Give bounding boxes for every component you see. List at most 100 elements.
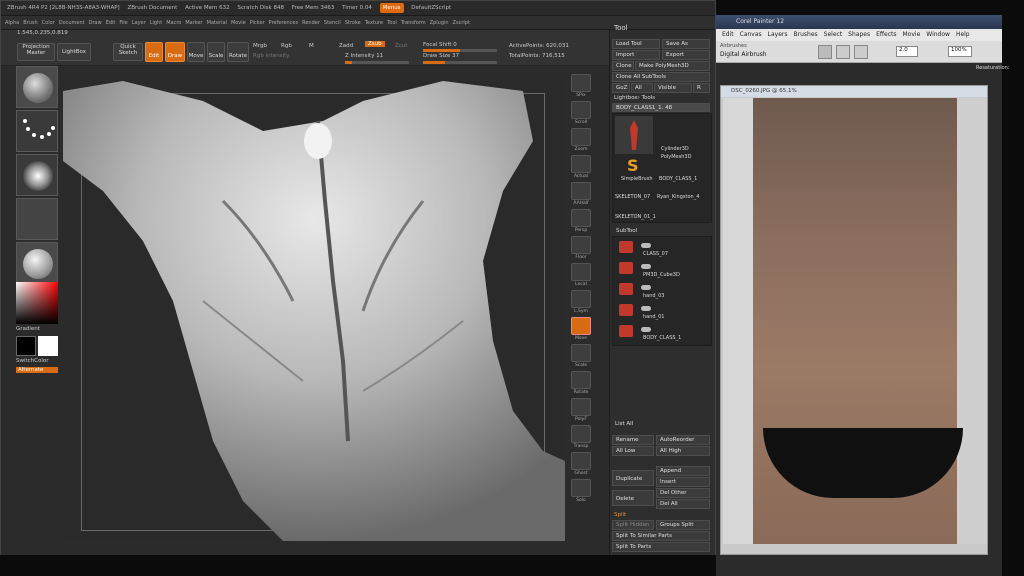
menu-brush[interactable]: Brush: [23, 20, 37, 26]
r-button[interactable]: R: [693, 83, 710, 93]
menu-transform[interactable]: Transform: [401, 20, 426, 26]
zsub-button[interactable]: Zsub: [365, 41, 385, 47]
projection-master-button[interactable]: Projection Master: [17, 43, 55, 61]
menu-alpha[interactable]: Alpha: [5, 20, 19, 26]
menu-zplugin[interactable]: Zplugin: [430, 20, 449, 26]
zcut-button[interactable]: Zcut: [395, 43, 407, 49]
z-intensity-slider[interactable]: Z Intensity 11: [345, 53, 383, 59]
del-all-button[interactable]: Del All: [656, 499, 710, 509]
subtool-label[interactable]: hand_01: [643, 314, 664, 320]
zadd-button[interactable]: Zadd: [339, 43, 353, 49]
spix-button[interactable]: [571, 74, 591, 92]
reference-photo[interactable]: [723, 98, 987, 544]
subtool-label[interactable]: CLASS_07: [643, 251, 668, 257]
focal-shift-track[interactable]: [423, 49, 497, 52]
clone-all-subtools-button[interactable]: Clone All SubTools: [612, 72, 710, 82]
visible-button[interactable]: Visible: [654, 83, 692, 93]
painter-menu-canvas[interactable]: Canvas: [740, 31, 762, 38]
menu-preferences[interactable]: Preferences: [269, 20, 298, 26]
painter-menu-layers[interactable]: Layers: [768, 31, 788, 38]
painter-menu-window[interactable]: Window: [926, 31, 950, 38]
subtool-icon[interactable]: [619, 262, 633, 274]
draw-size-slider[interactable]: Draw Size 37: [423, 53, 459, 59]
menu-stroke[interactable]: Stroke: [345, 20, 361, 26]
menu-texture[interactable]: Texture: [365, 20, 383, 26]
rgb-intensity-slider[interactable]: Rgb Intensity: [253, 53, 290, 59]
actual-button[interactable]: [571, 155, 591, 173]
scroll-button[interactable]: [571, 101, 591, 119]
zbrush-canvas[interactable]: [63, 81, 565, 541]
zoom-button[interactable]: [571, 128, 591, 146]
menu-picker[interactable]: Picker: [250, 20, 265, 26]
menu-color[interactable]: Color: [42, 20, 55, 26]
dab-icon[interactable]: [854, 45, 868, 59]
move-button[interactable]: Move: [187, 42, 205, 62]
painter-menu-help[interactable]: Help: [956, 31, 970, 38]
menu-render[interactable]: Render: [302, 20, 320, 26]
current-tool-slider[interactable]: BODY_CLASS1_1. 48: [612, 103, 710, 112]
stroke-thumbnail[interactable]: [16, 110, 58, 152]
sculpt-model-back[interactable]: [63, 81, 565, 541]
alternate-button[interactable]: Alternate: [16, 367, 58, 373]
m-button[interactable]: M: [309, 43, 314, 49]
brush-variant[interactable]: Digital Airbrush: [720, 51, 767, 58]
all-low-button[interactable]: All Low: [612, 446, 654, 456]
delete-button[interactable]: Delete: [612, 490, 654, 506]
save-as-button[interactable]: Save As: [662, 39, 710, 49]
scale-button[interactable]: Scale: [207, 42, 225, 62]
menu-material[interactable]: Material: [207, 20, 227, 26]
list-all-button[interactable]: List All: [612, 420, 660, 430]
draw-button[interactable]: Draw: [165, 42, 185, 62]
mrgb-button[interactable]: Mrgb: [253, 43, 267, 49]
secondary-color-swatch[interactable]: [38, 336, 58, 356]
rotate-button[interactable]: Rotate: [227, 42, 249, 62]
local-button[interactable]: [571, 263, 591, 281]
duplicate-button[interactable]: Duplicate: [612, 470, 654, 486]
menu-light[interactable]: Light: [150, 20, 162, 26]
subtool-header[interactable]: SubTool: [616, 228, 637, 234]
menu-marker[interactable]: Marker: [185, 20, 202, 26]
main-color-swatch[interactable]: [16, 336, 36, 356]
menu-tool[interactable]: Tool: [387, 20, 397, 26]
split-hidden-button[interactable]: Split Hidden: [612, 520, 654, 530]
z-intensity-track[interactable]: [345, 61, 409, 64]
menu-macro[interactable]: Macro: [166, 20, 181, 26]
solo-button[interactable]: [571, 479, 591, 497]
quick-sketch-button[interactable]: Quick Sketch: [113, 43, 143, 61]
tool-name-skeleton07[interactable]: SKELETON_07: [615, 194, 650, 200]
subtool-label[interactable]: BODY_CLASS_1: [643, 335, 681, 341]
subtool-label[interactable]: PM3D_Cube3D: [643, 272, 680, 278]
all-high-button[interactable]: All High: [656, 446, 710, 456]
subtool-toggle[interactable]: [641, 264, 651, 269]
groups-split-button[interactable]: Groups Split: [656, 520, 710, 530]
menu-movie[interactable]: Movie: [231, 20, 246, 26]
color-picker[interactable]: [16, 282, 58, 324]
tool-thumbnail-body[interactable]: [615, 116, 653, 154]
lsym-button[interactable]: [571, 290, 591, 308]
split-header[interactable]: Split: [614, 512, 626, 518]
subtool-icon[interactable]: [619, 241, 633, 253]
rename-button[interactable]: Rename: [612, 435, 654, 445]
material-thumbnail[interactable]: [16, 242, 58, 284]
gradient-label[interactable]: Gradient: [16, 326, 40, 332]
brush-category[interactable]: Airbrushes: [720, 43, 747, 49]
switch-color-button[interactable]: SwitchColor: [16, 358, 49, 364]
alpha-thumbnail[interactable]: [16, 154, 58, 196]
subtool-icon[interactable]: [619, 304, 633, 316]
make-polymesh-button[interactable]: Make PolyMesh3D: [635, 61, 710, 71]
ghost-button[interactable]: [571, 452, 591, 470]
import-button[interactable]: Import: [612, 50, 660, 60]
aahalf-button[interactable]: [571, 182, 591, 200]
append-button[interactable]: Append: [656, 466, 710, 476]
menu-draw[interactable]: Draw: [89, 20, 102, 26]
subtool-toggle[interactable]: [641, 327, 651, 332]
painter-menu-brushes[interactable]: Brushes: [794, 31, 818, 38]
menu-file[interactable]: File: [119, 20, 127, 26]
brush-thumbnail[interactable]: [16, 66, 58, 108]
split-to-parts-button[interactable]: Split To Parts: [612, 542, 710, 552]
rotate-button[interactable]: [571, 371, 591, 389]
del-other-button[interactable]: Del Other: [656, 488, 710, 498]
opacity-field[interactable]: 100%: [948, 46, 972, 57]
insert-button[interactable]: Insert: [656, 477, 710, 487]
subtool-label[interactable]: hand_03: [643, 293, 664, 299]
